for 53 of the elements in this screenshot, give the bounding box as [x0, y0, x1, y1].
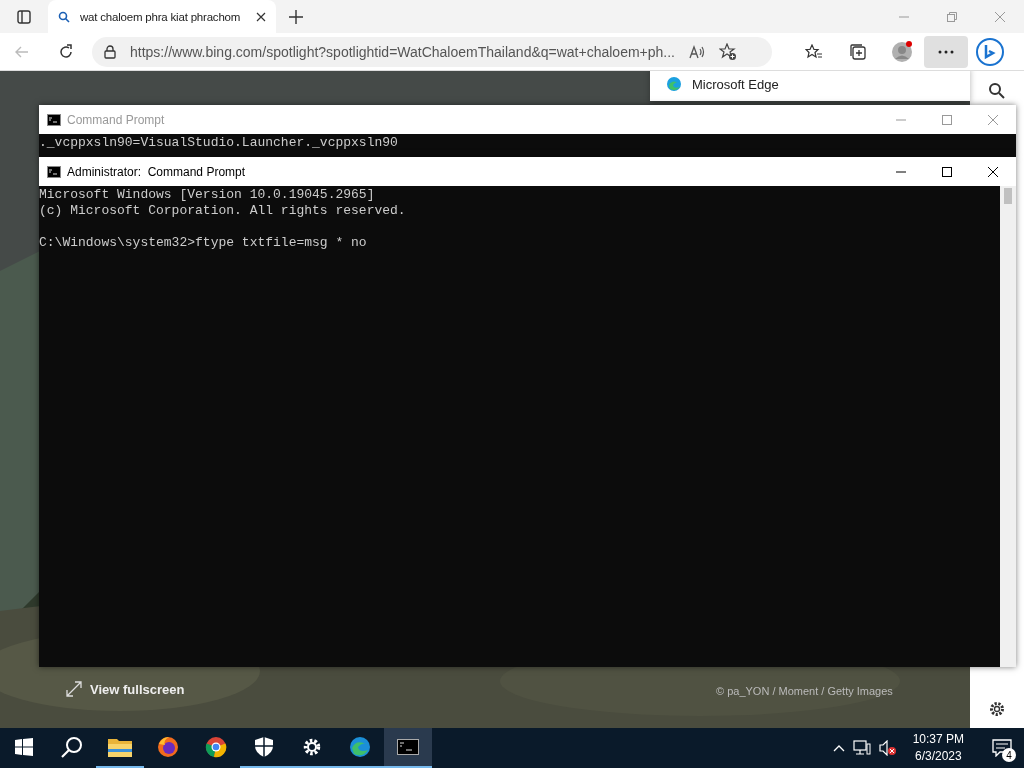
clock-date: 6/3/2023 [914, 748, 962, 765]
taskbar-button[interactable] [384, 728, 432, 768]
console-line: ._vcppxsln90=VisualStudio.Launcher._vcppxsln90 [39, 135, 398, 150]
console-icon [397, 739, 419, 755]
browser-icon [157, 736, 179, 758]
speaker-muted-icon[interactable] [878, 740, 897, 756]
chevron-up-icon[interactable] [832, 744, 845, 752]
settings-icon[interactable] [988, 700, 1006, 718]
lock-icon [104, 44, 116, 59]
more-icon[interactable] [938, 49, 954, 54]
image-credit: © pa_YON / Moment / Getty Images [716, 685, 893, 697]
edge-logo-icon [666, 76, 682, 92]
read-aloud-icon[interactable] [689, 44, 705, 59]
console-line: (c) Microsoft Corporation. All rights reserved. [39, 203, 406, 218]
clock-time: 10:37 PM [912, 731, 964, 748]
settings-icon [302, 737, 322, 757]
browser-icon [349, 736, 371, 758]
console-icon [47, 113, 61, 126]
maximize-icon[interactable] [942, 166, 952, 177]
console-line: Microsoft Windows [Version 10.0.19045.2965] [39, 187, 375, 202]
window-title: Command Prompt [67, 112, 165, 127]
shield-icon [255, 737, 273, 757]
collections-icon[interactable] [849, 42, 867, 61]
star-add-icon[interactable] [719, 42, 737, 61]
folder-icon [108, 737, 132, 757]
network-icon[interactable] [852, 740, 871, 756]
view-fullscreen-link[interactable]: View fullscreen [90, 681, 185, 697]
notifications-button[interactable]: 4 [980, 728, 1024, 768]
windows-logo-icon [15, 738, 33, 756]
scrollbar[interactable] [1000, 186, 1016, 667]
close-icon[interactable] [256, 11, 266, 22]
close-icon[interactable] [988, 166, 998, 177]
tabs-icon[interactable] [17, 9, 31, 24]
search-icon [61, 736, 83, 758]
favorites-icon[interactable] [805, 43, 823, 60]
refresh-icon[interactable] [58, 43, 74, 60]
tab-title: wat chaloem phra kiat phrachom [80, 10, 242, 23]
menu-item-label: Microsoft Edge [692, 76, 779, 92]
console-line: C:\Windows\system32>ftype txtfile=msg * no [39, 235, 367, 250]
restore-icon[interactable] [947, 11, 957, 22]
expand-icon [66, 681, 82, 697]
profile-icon[interactable] [891, 40, 913, 63]
search-icon[interactable] [988, 82, 1006, 100]
browser-icon [205, 736, 227, 758]
new-tab-icon[interactable] [289, 9, 303, 24]
message-icon [992, 739, 1012, 757]
search-icon [58, 10, 70, 23]
console-icon [47, 165, 61, 178]
url-text: https://www.bing.com/spotlight?spotlightid=WatChaloemThailand&q=wat+chaloem+ph... [130, 43, 675, 60]
browser-tab[interactable]: wat chaloem phra kiat phrachom [48, 0, 276, 33]
notification-count: 4 [1002, 748, 1016, 762]
address-bar[interactable]: https://www.bing.com/spotlight?spotlightid=WatChaloemThailand&q=wat+chaloem+ph... [92, 36, 772, 67]
window-title: Administrator: Command Prompt [67, 164, 246, 179]
